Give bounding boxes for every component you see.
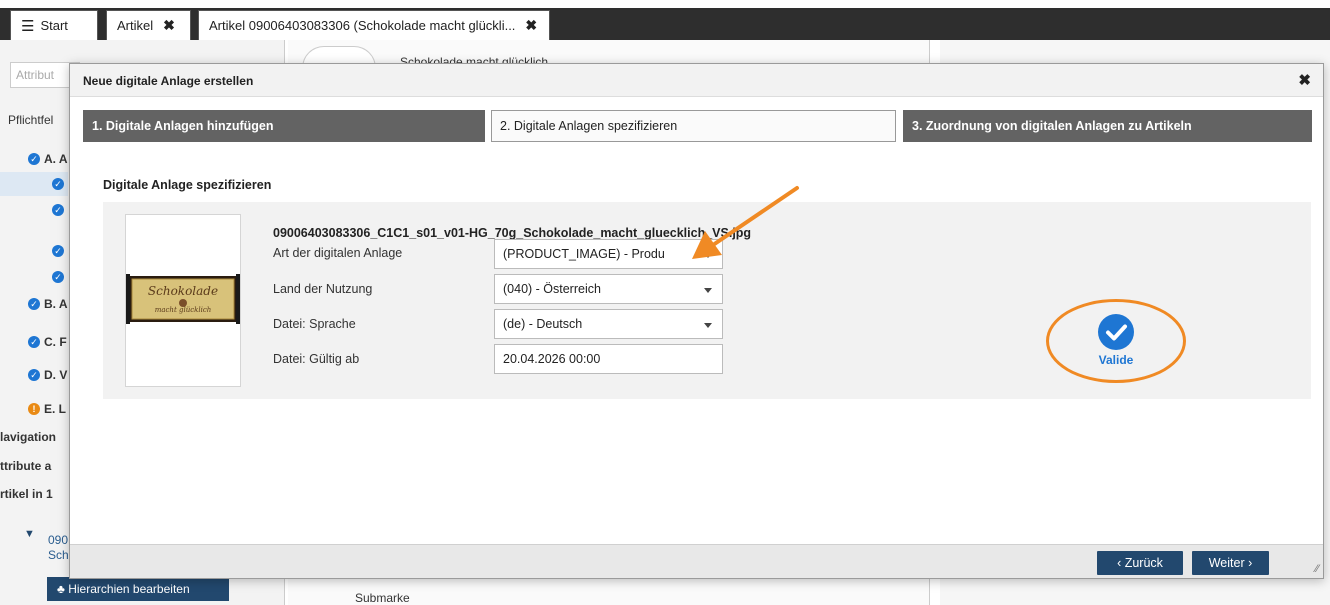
asset-card: Schokolade macht glücklich 0900640308330… <box>103 202 1311 399</box>
next-button[interactable]: Weiter › <box>1192 551 1269 575</box>
hierarchy-icon: ♣ <box>57 582 69 596</box>
dialog-header: Neue digitale Anlage erstellen ✖ <box>70 64 1323 97</box>
artikel-count-label: rtikel in 1 <box>0 487 53 501</box>
check-icon: ✓ <box>52 245 64 257</box>
pflichtfelder-label: Pflichtfel <box>8 113 54 127</box>
tab-artikel-detail-label: Artikel 09006403083306 (Schokolade macht… <box>209 18 516 33</box>
chevron-down-icon <box>704 253 712 258</box>
close-icon[interactable]: ✖ <box>163 17 175 34</box>
resize-handle-icon[interactable]: ⁄⁄ <box>1315 563 1319 575</box>
check-icon: ✓ <box>52 271 64 283</box>
asset-filename: 09006403083306_C1C1_s01_v01-HG_70g_Schok… <box>273 226 752 240</box>
navigation-label: lavigation <box>0 430 57 444</box>
country-select[interactable]: (040) - Österreich <box>494 274 723 304</box>
close-icon[interactable]: ✖ <box>1298 71 1311 89</box>
chevron-down-icon <box>704 323 712 328</box>
close-icon[interactable]: ✖ <box>525 17 537 34</box>
country-label: Land der Nutzung <box>273 282 373 296</box>
back-button[interactable]: ‹ Zurück <box>1097 551 1183 575</box>
country-value: (040) - Österreich <box>503 282 601 296</box>
validation-status: Valide <box>1046 299 1186 383</box>
dialog-title: Neue digitale Anlage erstellen <box>83 74 254 88</box>
expand-icon[interactable]: ▼ <box>24 528 35 540</box>
language-value: (de) - Deutsch <box>503 317 583 331</box>
submarke-label: Submarke <box>355 591 410 605</box>
section-title: Digitale Anlage spezifizieren <box>103 178 272 192</box>
check-icon: ✓ <box>28 153 40 165</box>
language-select[interactable]: (de) - Deutsch <box>494 309 723 339</box>
asset-thumbnail: Schokolade macht glücklich <box>125 214 241 387</box>
dialog-footer: ‹ Zurück Weiter › ⁄⁄ <box>70 544 1323 578</box>
check-icon: ✓ <box>28 336 40 348</box>
check-icon: ✓ <box>52 178 64 190</box>
product-number[interactable]: 090 <box>48 533 68 547</box>
tab-bar: ☰ Start Artikel ✖ Artikel 09006403083306… <box>0 0 1330 40</box>
tree-item-d[interactable]: D. V <box>44 368 67 382</box>
edit-hierarchies-button[interactable]: ♣ Hierarchien bearbeiten <box>47 577 229 601</box>
asset-type-select[interactable]: (PRODUCT_IMAGE) - Produ <box>494 239 723 269</box>
chocolate-thumbnail-image: Schokolade macht glücklich <box>126 274 240 324</box>
tab-start-label: Start <box>40 18 68 33</box>
tree-item-a[interactable]: A. A <box>44 152 68 166</box>
edit-hierarchies-label: Hierarchien bearbeiten <box>68 582 190 596</box>
valid-from-input[interactable]: 20.04.2026 00:00 <box>494 344 723 374</box>
valid-from-value: 20.04.2026 00:00 <box>503 352 601 366</box>
tree-item-c[interactable]: C. F <box>44 335 67 349</box>
warning-icon: ! <box>28 403 40 415</box>
step-add-assets[interactable]: 1. Digitale Anlagen hinzufügen <box>83 110 485 142</box>
menu-icon: ☰ <box>21 17 35 35</box>
check-icon: ✓ <box>28 298 40 310</box>
thumbnail-subtitle: macht glücklich <box>155 306 212 314</box>
product-short-name[interactable]: Sch <box>48 548 69 562</box>
check-circle-icon <box>1098 314 1134 350</box>
valid-from-label: Datei: Gültig ab <box>273 352 360 366</box>
tree-item-b[interactable]: B. A <box>44 297 68 311</box>
step-specify-assets[interactable]: 2. Digitale Anlagen spezifizieren <box>491 110 896 142</box>
thumbnail-title: Schokolade <box>148 284 218 298</box>
step-assign-assets[interactable]: 3. Zuordnung von digitalen Anlagen zu Ar… <box>903 110 1312 142</box>
asset-type-value: (PRODUCT_IMAGE) - Produ <box>503 247 665 261</box>
asset-type-label: Art der digitalen Anlage <box>273 246 403 260</box>
wizard-steps: 1. Digitale Anlagen hinzufügen 2. Digita… <box>83 110 1312 142</box>
tab-artikel-label: Artikel <box>117 18 154 33</box>
new-digital-asset-dialog: Neue digitale Anlage erstellen ✖ 1. Digi… <box>69 63 1324 579</box>
tab-start[interactable]: ☰ Start <box>10 10 98 40</box>
tab-artikel-detail[interactable]: Artikel 09006403083306 (Schokolade macht… <box>198 10 550 40</box>
validation-label: Valide <box>1098 353 1134 367</box>
tab-artikel[interactable]: Artikel ✖ <box>106 10 191 40</box>
check-icon: ✓ <box>52 204 64 216</box>
tree-item-e[interactable]: E. L <box>44 402 66 416</box>
language-label: Datei: Sprache <box>273 317 356 331</box>
attribute-label: ttribute a <box>0 459 52 473</box>
chevron-down-icon <box>704 288 712 293</box>
check-icon: ✓ <box>28 369 40 381</box>
